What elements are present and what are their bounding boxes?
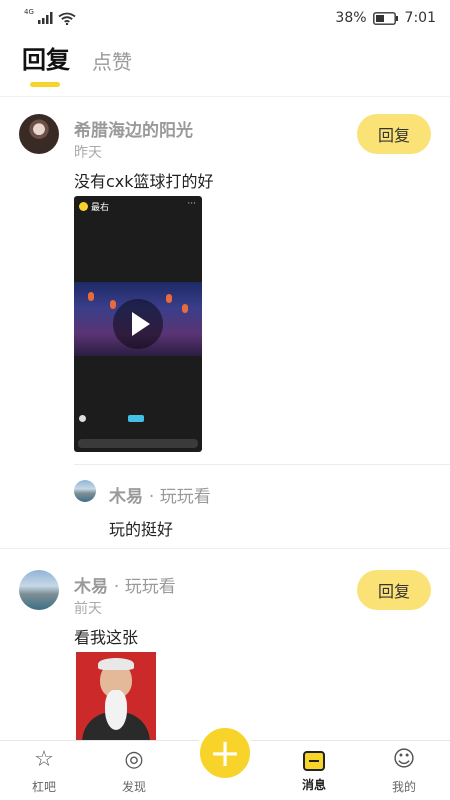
message-divider [0, 548, 450, 549]
message-user[interactable]: 木易 · 玩玩看 [74, 572, 176, 597]
video-author-avatar [79, 415, 86, 422]
status-left: 4G [24, 7, 76, 25]
avatar[interactable] [19, 570, 59, 610]
lantern-decoration [110, 300, 116, 309]
message-time: 前天 [74, 601, 102, 617]
network-label: 4G [24, 7, 34, 16]
battery-percent: 38% [335, 10, 367, 26]
sub-reply-text: 玩的挺好 [109, 520, 174, 539]
status-right: 38% 7:01 [335, 10, 436, 26]
battery-icon [372, 11, 398, 25]
sub-reply-avatar[interactable] [74, 480, 96, 502]
video-author [79, 415, 86, 422]
message-text: 没有cxk篮球打的好 [74, 172, 214, 191]
message-text: 看我这张 [74, 628, 139, 647]
more-icon[interactable]: ··· [187, 199, 196, 209]
play-icon [132, 312, 150, 336]
video-logo: 最右 [79, 200, 109, 213]
message-user-name: 木易 [74, 577, 108, 597]
message-time: 昨天 [74, 145, 102, 161]
nav-item-discover[interactable]: ◎ 发现 [104, 749, 164, 795]
reply-button[interactable]: 回复 [357, 570, 431, 610]
message-icon-line [309, 760, 319, 762]
sub-reply-user-name: 木易 [109, 487, 143, 507]
app-logo-icon [79, 202, 88, 211]
tab-likes[interactable]: 点赞 [92, 46, 132, 75]
create-post-button[interactable]: + [196, 724, 254, 782]
tab-replies[interactable]: 回复 [22, 40, 70, 87]
signal-icon [37, 12, 53, 24]
lantern-decoration [182, 304, 188, 313]
video-logo-text: 最右 [91, 203, 110, 213]
plus-icon: + [209, 731, 241, 775]
compass-icon: ◎ [124, 747, 144, 772]
nav-label: 杠吧 [31, 780, 56, 794]
header-divider [0, 96, 450, 97]
nav-label: 消息 [301, 778, 326, 792]
lantern-decoration [88, 292, 94, 301]
image-attachment[interactable] [76, 652, 156, 740]
message-user-name[interactable]: 希腊海边的阳光 [74, 116, 193, 141]
tab-bar: 回复 点赞 [22, 40, 132, 87]
clock: 7:01 [404, 10, 436, 26]
tab-likes-label: 点赞 [92, 50, 132, 74]
tab-replies-label: 回复 [22, 46, 70, 74]
nav-label: 我的 [391, 780, 416, 794]
status-bar: 4G 38% 7:01 [0, 0, 450, 36]
avatar[interactable] [19, 114, 59, 154]
star-icon: ☆ [34, 747, 54, 772]
sub-reply-user[interactable]: 木易 · 玩玩看 [109, 482, 211, 507]
video-comment-bar [78, 439, 198, 448]
video-attachment[interactable]: 最右 ··· [74, 196, 202, 452]
profile-icon: ☺ [392, 747, 416, 772]
photo-figure-beard [105, 690, 127, 730]
message-icon [303, 751, 325, 771]
nav-item-gangba[interactable]: ☆ 杠吧 [14, 749, 74, 795]
video-follow-tag [128, 415, 144, 422]
active-tab-indicator [30, 82, 60, 87]
sub-reply-user-tag: · 玩玩看 [148, 487, 211, 507]
photo-figure-hair [98, 658, 134, 670]
lantern-decoration [166, 294, 172, 303]
reply-divider [74, 464, 450, 465]
nav-item-messages[interactable]: 消息 [284, 749, 344, 793]
nav-label: 发现 [121, 780, 146, 794]
reply-button[interactable]: 回复 [357, 114, 431, 154]
wifi-icon [58, 12, 76, 25]
nav-item-profile[interactable]: ☺ 我的 [374, 749, 434, 795]
message-user-tag: · 玩玩看 [113, 577, 176, 597]
